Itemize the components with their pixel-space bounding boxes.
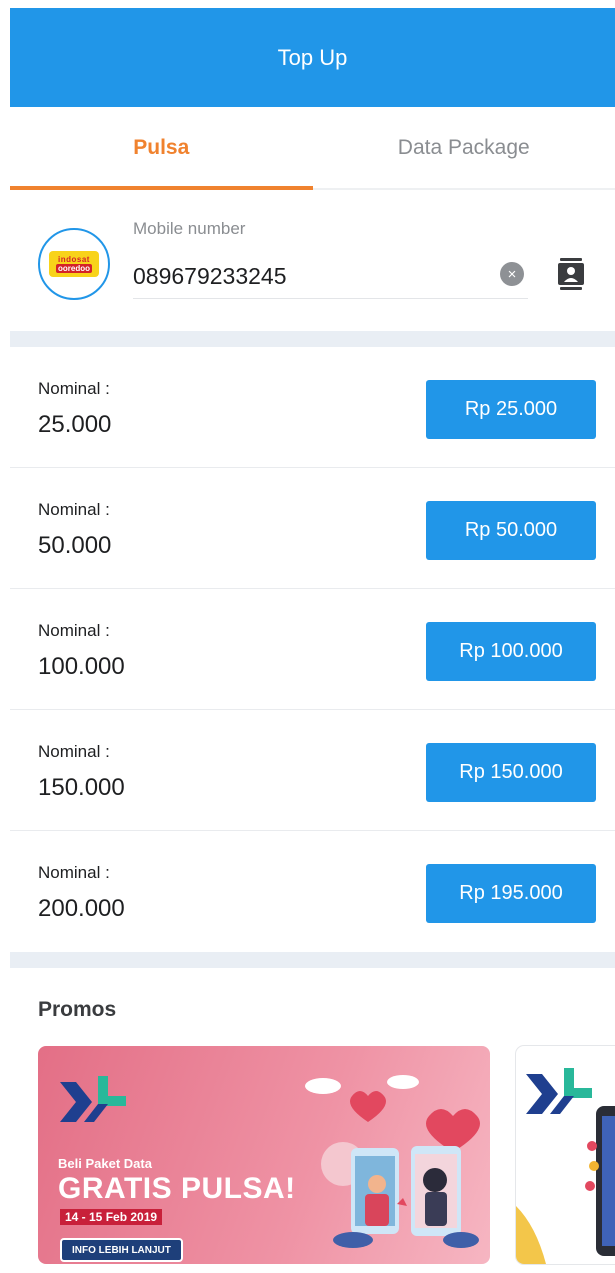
nominal-label: Nominal : <box>38 500 110 519</box>
price-button[interactable]: Rp 25.000 <box>426 380 596 439</box>
nominal-row: Nominal : 150.000 Rp 150.000 <box>10 710 615 831</box>
nominal-label: Nominal : <box>38 379 110 398</box>
xl-logo <box>60 1076 126 1122</box>
nominal-value: 200.000 <box>38 895 125 922</box>
promo-headline-small: Beli Paket Data <box>58 1156 152 1171</box>
nominal-label: Nominal : <box>38 621 110 640</box>
page-title: Top Up <box>277 44 348 70</box>
promo-card[interactable] <box>516 1046 615 1264</box>
logo-text-top: indosat <box>58 255 90 264</box>
nominal-value: 100.000 <box>38 653 125 680</box>
price-button[interactable]: Rp 195.000 <box>426 864 596 923</box>
info-button[interactable]: INFO LEBIH LANJUT <box>60 1238 183 1262</box>
couple-phones-illustration <box>305 1075 480 1248</box>
nominal-label: Nominal : <box>38 863 110 882</box>
mobile-number-label: Mobile number <box>133 219 246 238</box>
app-header: Top Up <box>10 8 615 107</box>
phone-input-section: indosat ooredoo Mobile number × <box>10 192 615 330</box>
price-button[interactable]: Rp 50.000 <box>426 501 596 560</box>
close-circle-icon[interactable]: × <box>500 262 524 286</box>
indosat-ooredoo-logo: indosat ooredoo <box>49 251 99 277</box>
nominal-row: Nominal : 100.000 Rp 100.000 <box>10 589 615 710</box>
contact-book-icon[interactable] <box>558 258 584 290</box>
nominal-value: 50.000 <box>38 532 112 559</box>
promo-card[interactable]: Beli Paket Data GRATIS PULSA! 14 - 15 Fe… <box>38 1046 490 1264</box>
price-button[interactable]: Rp 150.000 <box>426 743 596 802</box>
section-divider <box>10 952 615 968</box>
section-divider <box>10 331 615 347</box>
phone-social-illustration <box>516 1106 615 1264</box>
nominal-value: 25.000 <box>38 411 112 438</box>
nominal-row: Nominal : 25.000 Rp 25.000 <box>10 347 615 468</box>
nominal-value: 150.000 <box>38 774 125 801</box>
promo-date: 14 - 15 Feb 2019 <box>60 1209 163 1225</box>
operator-logo: indosat ooredoo <box>38 228 110 300</box>
nominal-row: Nominal : 200.000 Rp 195.000 <box>10 831 615 952</box>
promos-title: Promos <box>38 998 117 1021</box>
promo-headline-big: GRATIS PULSA! <box>58 1172 296 1205</box>
price-button[interactable]: Rp 100.000 <box>426 622 596 681</box>
tab-pulsa[interactable]: Pulsa <box>10 107 313 190</box>
tab-data-package[interactable]: Data Package <box>313 107 615 188</box>
logo-text-bottom: ooredoo <box>56 264 92 273</box>
mobile-number-input[interactable] <box>133 254 528 299</box>
nominal-row: Nominal : 50.000 Rp 50.000 <box>10 468 615 589</box>
tab-bar: Pulsa Data Package <box>10 107 615 190</box>
nominal-label: Nominal : <box>38 742 110 761</box>
